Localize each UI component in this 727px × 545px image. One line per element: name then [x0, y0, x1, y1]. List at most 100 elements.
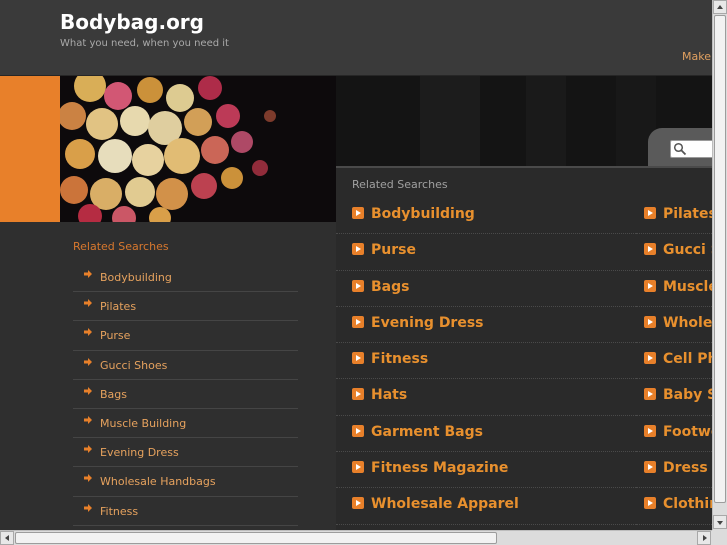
orange-arrow-bullet-icon — [644, 315, 656, 328]
related-link-label: Bodybuilding — [371, 206, 475, 222]
related-link-label: Muscle — [663, 278, 712, 295]
main-heading: Related Searches — [352, 178, 448, 191]
related-link-label: Pilates — [663, 206, 712, 222]
sidebar-item-pilates[interactable]: Pilates — [73, 292, 298, 322]
orange-arrow-bullet-icon — [644, 243, 656, 256]
related-link-muscle[interactable]: Muscle — [636, 271, 712, 307]
related-link-label: Hats — [371, 387, 408, 404]
related-link-purse[interactable]: Purse — [336, 234, 636, 271]
related-link-label: Bags — [371, 278, 410, 295]
horizontal-scrollbar[interactable] — [0, 530, 712, 545]
vertical-scroll-thumb[interactable] — [714, 15, 726, 503]
orange-arrow-bullet-icon — [644, 207, 656, 219]
related-link-label: Clothin — [663, 496, 712, 513]
orange-arrow-bullet-icon — [644, 497, 656, 510]
orange-arrow-bullet-icon — [352, 352, 364, 365]
orange-arrow-bullet-icon — [644, 352, 656, 365]
sidebar-item-label: Muscle Building — [100, 416, 187, 430]
related-link-label: Fitness — [371, 351, 429, 368]
related-link-wholesale[interactable]: Wholes — [636, 307, 712, 344]
horizontal-scroll-thumb[interactable] — [15, 532, 497, 544]
arrow-right-icon — [84, 474, 92, 483]
sidebar-item-muscle-building[interactable]: Muscle Building — [73, 409, 298, 439]
chevron-down-icon — [717, 521, 723, 525]
orange-arrow-bullet-icon — [644, 279, 656, 292]
related-link-label: Baby S — [663, 387, 712, 404]
sidebar-item-gucci-shoes[interactable]: Gucci Shoes — [73, 351, 298, 380]
sidebar-item-purse[interactable]: Purse — [73, 321, 298, 351]
related-link-label: Purse — [371, 242, 416, 259]
scroll-left-button[interactable] — [0, 531, 14, 545]
scroll-up-button[interactable] — [713, 0, 727, 14]
sidebar-item-label: Purse — [100, 329, 131, 343]
chevron-up-icon — [717, 5, 723, 9]
sidebar-heading: Related Searches — [73, 240, 169, 253]
related-link-label: Cell Ph — [663, 351, 712, 368]
header: Bodybag.org What you need, when you need… — [0, 0, 712, 76]
arrow-right-icon — [84, 445, 92, 454]
sidebar-item-label: Wholesale Handbags — [100, 475, 216, 489]
sidebar-item-label: Fitness — [100, 504, 139, 518]
orange-arrow-bullet-icon — [352, 388, 364, 401]
arrow-right-icon — [84, 328, 92, 337]
site-title[interactable]: Bodybag.org — [60, 10, 204, 34]
related-link-label: Gucci S — [663, 242, 712, 259]
make-link[interactable]: Make — [682, 50, 711, 63]
orange-arrow-bullet-icon — [352, 461, 364, 474]
related-link-label: Dress S — [663, 460, 712, 477]
sidebar-item-wholesale-handbags[interactable]: Wholesale Handbags — [73, 467, 298, 497]
related-link-bags[interactable]: Bags — [336, 271, 636, 307]
related-link-dress[interactable]: Dress S — [636, 452, 712, 489]
related-list-left: Bodybuilding Purse Bags Evening Dress Fi… — [336, 198, 636, 525]
related-link-fitness[interactable]: Fitness — [336, 343, 636, 380]
orange-arrow-bullet-icon — [352, 497, 364, 510]
related-link-baby[interactable]: Baby S — [636, 379, 712, 416]
bokeh-lights-image — [60, 76, 336, 222]
sidebar-item-label: Bodybuilding — [100, 271, 172, 284]
orange-arrow-bullet-icon — [644, 388, 656, 401]
related-link-label: Fitness Magazine — [371, 460, 509, 477]
sidebar-item-fitness[interactable]: Fitness — [73, 497, 298, 526]
scroll-down-button[interactable] — [713, 515, 727, 529]
related-link-label: Garment Bags — [371, 423, 483, 440]
sidebar-item-bags[interactable]: Bags — [73, 380, 298, 409]
orange-arrow-bullet-icon — [644, 461, 656, 474]
related-link-gucci[interactable]: Gucci S — [636, 234, 712, 271]
related-link-hats[interactable]: Hats — [336, 379, 636, 416]
related-link-label: Evening Dress — [371, 314, 484, 331]
sidebar-item-bodybuilding[interactable]: Bodybuilding — [73, 263, 298, 293]
orange-arrow-bullet-icon — [352, 243, 364, 256]
related-link-evening-dress[interactable]: Evening Dress — [336, 307, 636, 344]
related-link-wholesale-apparel[interactable]: Wholesale Apparel — [336, 488, 636, 525]
arrow-right-icon — [84, 270, 92, 278]
search-icon[interactable] — [673, 142, 687, 156]
arrow-right-icon — [84, 503, 92, 512]
orange-arrow-bullet-icon — [352, 315, 364, 328]
sidebar-related-list: Bodybuilding Pilates Purse Gucci Shoes B… — [73, 263, 298, 526]
related-link-pilates[interactable]: Pilates — [636, 198, 712, 235]
arrow-right-icon — [84, 415, 92, 424]
orange-accent-bar — [0, 76, 60, 222]
page: Bodybag.org What you need, when you need… — [0, 0, 727, 545]
orange-arrow-bullet-icon — [352, 424, 364, 437]
related-link-footwear[interactable]: Footwe — [636, 416, 712, 453]
arrow-right-icon — [84, 357, 92, 366]
sidebar-item-label: Gucci Shoes — [100, 358, 168, 372]
related-link-label: Wholes — [663, 314, 712, 331]
related-link-clothing[interactable]: Clothin — [636, 488, 712, 525]
vertical-scrollbar[interactable] — [712, 0, 727, 530]
related-link-garment-bags[interactable]: Garment Bags — [336, 416, 636, 453]
scroll-right-button[interactable] — [697, 531, 711, 545]
orange-arrow-bullet-icon — [352, 279, 364, 292]
sidebar-item-evening-dress[interactable]: Evening Dress — [73, 438, 298, 468]
related-link-bodybuilding[interactable]: Bodybuilding — [336, 198, 636, 235]
sidebar-item-label: Bags — [100, 387, 128, 401]
arrow-right-icon — [84, 386, 92, 395]
orange-arrow-bullet-icon — [352, 207, 364, 219]
related-link-cell-phone[interactable]: Cell Ph — [636, 343, 712, 380]
related-link-fitness-magazine[interactable]: Fitness Magazine — [336, 452, 636, 489]
related-list-right: Pilates Gucci S Muscle Wholes Cell Ph Ba… — [636, 198, 712, 525]
sidebar-item-label: Pilates — [100, 300, 137, 314]
related-link-label: Wholesale Apparel — [371, 496, 519, 513]
sidebar-item-label: Evening Dress — [100, 446, 179, 460]
